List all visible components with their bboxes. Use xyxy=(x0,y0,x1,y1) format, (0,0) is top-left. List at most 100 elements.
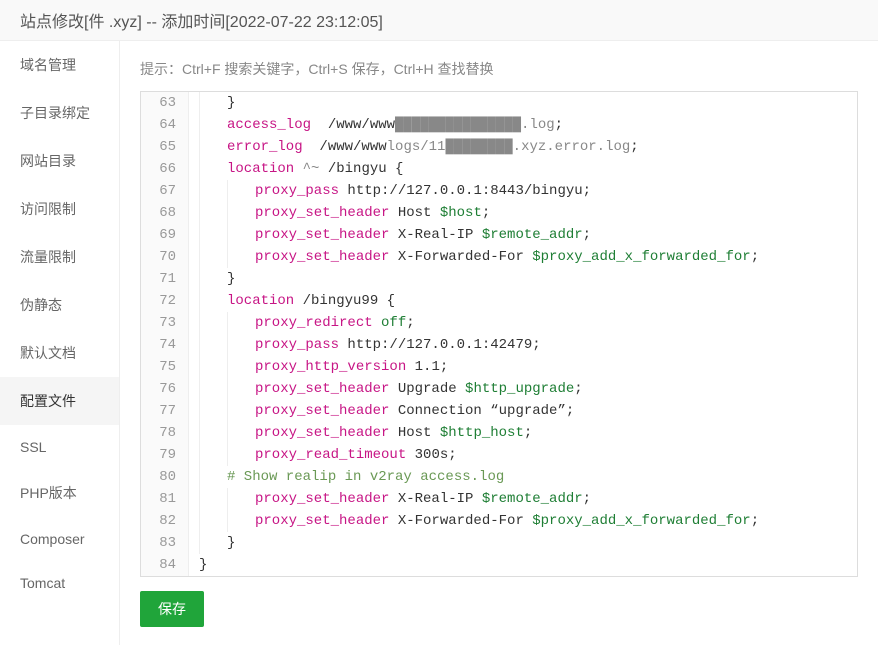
code-line[interactable]: 70proxy_set_header X-Forwarded-For $prox… xyxy=(141,246,857,268)
indent-guide xyxy=(199,224,227,246)
code-line[interactable]: 79proxy_read_timeout 300s; xyxy=(141,444,857,466)
token-value: Upgrade xyxy=(389,378,465,400)
token-value xyxy=(373,312,381,334)
token-value: /www/www xyxy=(311,114,395,136)
line-content: proxy_set_header Upgrade $http_upgrade; xyxy=(189,378,583,400)
line-content: proxy_set_header Host $http_host; xyxy=(189,422,532,444)
code-line[interactable]: 75proxy_http_version 1.1; xyxy=(141,356,857,378)
token-keyword: proxy_set_header xyxy=(255,488,389,510)
code-line[interactable]: 83} xyxy=(141,532,857,554)
indent-guide xyxy=(227,510,255,532)
code-line[interactable]: 74proxy_pass http://127.0.0.1:42479; xyxy=(141,334,857,356)
code-line[interactable]: 78proxy_set_header Host $http_host; xyxy=(141,422,857,444)
indent-guide xyxy=(199,136,227,158)
indent-guide xyxy=(227,180,255,202)
sidebar-item[interactable]: 默认文档 xyxy=(0,329,119,377)
token-value: ; xyxy=(630,136,638,158)
code-line[interactable]: 77proxy_set_header Connection “upgrade”; xyxy=(141,400,857,422)
line-content: location ^~ /bingyu { xyxy=(189,158,403,180)
token-keyword: proxy_pass xyxy=(255,334,339,356)
indent-guide xyxy=(199,488,227,510)
code-line[interactable]: 72location /bingyu99 { xyxy=(141,290,857,312)
sidebar-item[interactable]: 伪静态 xyxy=(0,281,119,329)
line-number: 81 xyxy=(141,488,189,510)
code-line[interactable]: 65error_log /www/wwwlogs/11████████.xyz.… xyxy=(141,136,857,158)
token-value: Host xyxy=(389,202,439,224)
token-keyword: access_log xyxy=(227,114,311,136)
indent-guide xyxy=(199,312,227,334)
token-path: ███████████████.log xyxy=(395,114,555,136)
token-value: ; xyxy=(524,422,532,444)
token-value: 300s; xyxy=(406,444,456,466)
sidebar: 域名管理子目录绑定网站目录访问限制流量限制伪静态默认文档配置文件SSLPHP版本… xyxy=(0,41,120,645)
code-line[interactable]: 71} xyxy=(141,268,857,290)
main-container: 域名管理子目录绑定网站目录访问限制流量限制伪静态默认文档配置文件SSLPHP版本… xyxy=(0,41,878,645)
line-number: 79 xyxy=(141,444,189,466)
sidebar-item[interactable]: Composer xyxy=(0,517,119,561)
code-line[interactable]: 82proxy_set_header X-Forwarded-For $prox… xyxy=(141,510,857,532)
token-value: Connection “upgrade”; xyxy=(389,400,574,422)
token-value: ; xyxy=(583,488,591,510)
sidebar-item[interactable]: PHP版本 xyxy=(0,469,119,517)
token-keyword: proxy_set_header xyxy=(255,246,389,268)
token-keyword: error_log xyxy=(227,136,303,158)
code-line[interactable]: 66location ^~ /bingyu { xyxy=(141,158,857,180)
line-content: proxy_redirect off; xyxy=(189,312,415,334)
code-editor[interactable]: 63}64access_log /www/www███████████████.… xyxy=(140,91,858,577)
code-line[interactable]: 73proxy_redirect off; xyxy=(141,312,857,334)
line-number: 66 xyxy=(141,158,189,180)
token-var: $remote_addr xyxy=(482,224,583,246)
token-value: /www/www xyxy=(303,136,387,158)
sidebar-item[interactable]: Tomcat xyxy=(0,561,119,605)
token-value: X-Forwarded-For xyxy=(389,246,532,268)
code-line[interactable]: 69proxy_set_header X-Real-IP $remote_add… xyxy=(141,224,857,246)
sidebar-item[interactable]: SSL xyxy=(0,425,119,469)
token-value: http://127.0.0.1:42479; xyxy=(339,334,541,356)
token-value: http://127.0.0.1:8443/bingyu; xyxy=(339,180,591,202)
code-line[interactable]: 67proxy_pass http://127.0.0.1:8443/bingy… xyxy=(141,180,857,202)
token-value: } xyxy=(227,532,235,554)
line-number: 63 xyxy=(141,92,189,114)
page-title-prefix: 站点修改[ xyxy=(20,14,88,31)
token-value: X-Forwarded-For xyxy=(389,510,532,532)
line-content: location /bingyu99 { xyxy=(189,290,395,312)
code-line[interactable]: 63} xyxy=(141,92,857,114)
line-number: 80 xyxy=(141,466,189,488)
token-value: } xyxy=(227,92,235,114)
sidebar-item[interactable]: 网站目录 xyxy=(0,137,119,185)
indent-guide xyxy=(199,422,227,444)
line-number: 68 xyxy=(141,202,189,224)
line-content: } xyxy=(189,92,235,114)
code-line[interactable]: 80# Show realip in v2ray access.log xyxy=(141,466,857,488)
sidebar-item[interactable]: 访问限制 xyxy=(0,185,119,233)
sidebar-item[interactable]: 子目录绑定 xyxy=(0,89,119,137)
code-line[interactable]: 84} xyxy=(141,554,857,576)
sidebar-item[interactable]: 域名管理 xyxy=(0,41,119,89)
token-var: $proxy_add_x_forwarded_for xyxy=(532,510,750,532)
sidebar-item[interactable]: 流量限制 xyxy=(0,233,119,281)
token-value: 1.1; xyxy=(406,356,448,378)
line-number: 72 xyxy=(141,290,189,312)
save-button[interactable]: 保存 xyxy=(140,591,204,627)
token-keyword: proxy_http_version xyxy=(255,356,406,378)
sidebar-item[interactable]: 配置文件 xyxy=(0,377,119,425)
token-value: /bingyu { xyxy=(319,158,403,180)
line-content: access_log /www/www███████████████.log; xyxy=(189,114,563,136)
indent-guide xyxy=(227,202,255,224)
token-keyword: proxy_set_header xyxy=(255,224,389,246)
line-content: } xyxy=(189,268,235,290)
indent-guide xyxy=(227,224,255,246)
indent-guide xyxy=(199,532,227,554)
main-content: 提示：Ctrl+F 搜索关键字，Ctrl+S 保存，Ctrl+H 查找替换 63… xyxy=(120,41,878,645)
indent-guide xyxy=(227,246,255,268)
indent-guide xyxy=(199,92,227,114)
token-value: } xyxy=(199,554,207,576)
code-line[interactable]: 76proxy_set_header Upgrade $http_upgrade… xyxy=(141,378,857,400)
code-line[interactable]: 64access_log /www/www███████████████.log… xyxy=(141,114,857,136)
token-keyword: proxy_pass xyxy=(255,180,339,202)
code-line[interactable]: 81proxy_set_header X-Real-IP $remote_add… xyxy=(141,488,857,510)
code-line[interactable]: 68proxy_set_header Host $host; xyxy=(141,202,857,224)
line-number: 84 xyxy=(141,554,189,576)
line-number: 71 xyxy=(141,268,189,290)
line-number: 78 xyxy=(141,422,189,444)
